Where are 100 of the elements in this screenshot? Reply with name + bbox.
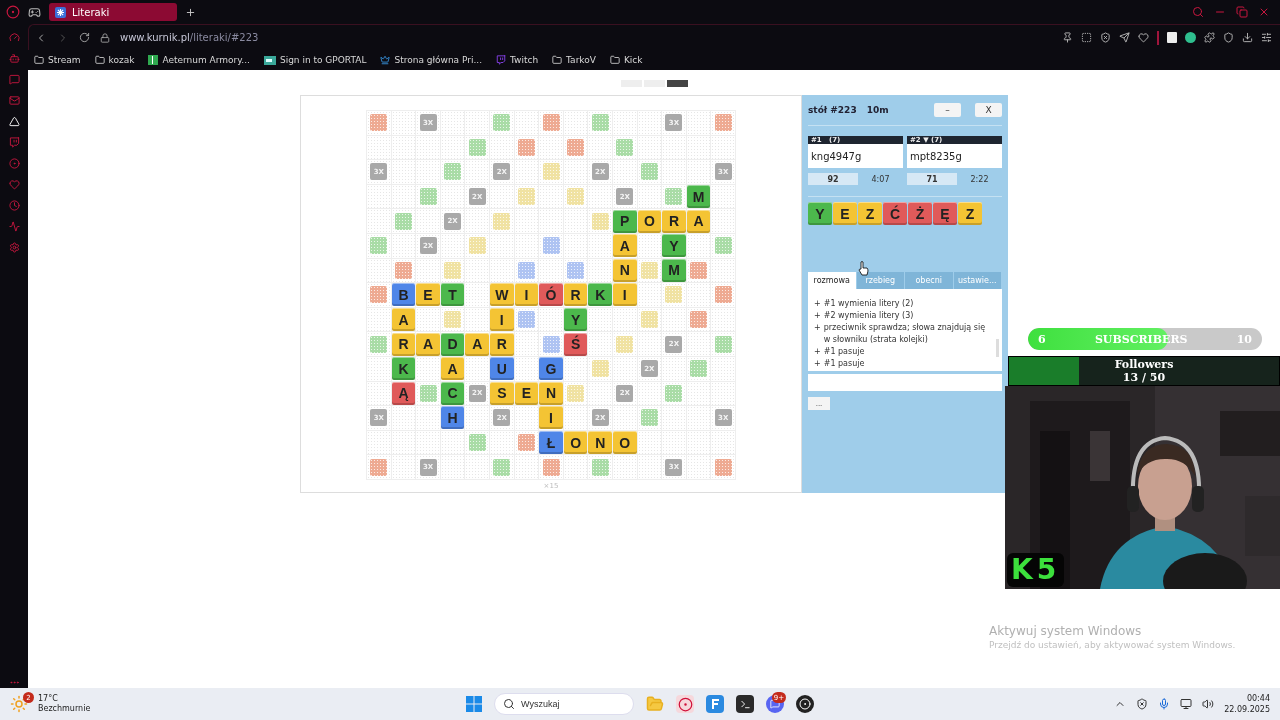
window-button[interactable]: – <box>934 103 961 117</box>
letter-tile: R <box>563 283 588 307</box>
letter-tile: N <box>588 431 612 454</box>
rack-tile[interactable]: Z <box>958 202 982 225</box>
send-icon[interactable] <box>1119 32 1130 43</box>
letter-tile: A <box>416 332 440 356</box>
shield-icon[interactable] <box>1136 698 1149 710</box>
letter-tile: S <box>490 381 514 405</box>
followers-count: 13 / 50 <box>1122 371 1166 384</box>
bookmark-label[interactable]: TarkoV <box>566 55 596 65</box>
recorder-icon[interactable] <box>796 695 814 713</box>
microphone-icon[interactable] <box>1158 698 1171 710</box>
search-icon[interactable] <box>1192 6 1204 18</box>
more-button[interactable]: ... <box>808 397 830 410</box>
player-score: 92 <box>808 173 858 185</box>
search-icon <box>503 698 515 710</box>
letter-tile: A <box>465 332 489 356</box>
folder-icon <box>94 55 105 65</box>
terminal-icon[interactable] <box>736 695 754 713</box>
gamepad-icon[interactable] <box>28 5 41 19</box>
reload-icon[interactable] <box>79 32 90 43</box>
subscriber-count: 6 <box>1038 332 1046 346</box>
network-icon[interactable] <box>1180 698 1193 710</box>
letter-tile: O <box>637 209 662 233</box>
clock[interactable]: 00:44 22.09.2025 <box>1224 693 1270 715</box>
log-bullet: + <box>814 358 821 370</box>
close-icon[interactable] <box>1258 6 1270 18</box>
app-icon[interactable] <box>706 695 724 713</box>
bookmark[interactable]: kozak <box>94 55 135 65</box>
heart-icon[interactable] <box>1138 32 1149 43</box>
browser-menu-icon[interactable] <box>6 5 20 19</box>
address-field[interactable]: www.kurnik.pl/literaki/#223 <box>120 32 259 43</box>
folder-icon <box>34 55 44 65</box>
bookmark[interactable]: Kick <box>609 55 643 65</box>
settings-icon[interactable] <box>1261 32 1272 43</box>
table-title: stół #223 <box>808 105 857 115</box>
bookmark[interactable]: Twitch <box>496 55 539 65</box>
rack-tile[interactable]: E <box>833 202 857 225</box>
log-entry: przeciwnik sprawdza; słowa znajdują się w słowniku (strata kolejki) <box>823 322 987 346</box>
bookmark-label[interactable]: Stream <box>48 55 81 65</box>
player-name: kng4947g <box>808 144 903 168</box>
letter-tile: B <box>391 283 416 307</box>
bookmark[interactable]: Stream <box>34 55 81 65</box>
bookmark-label[interactable]: Twitch <box>510 55 539 65</box>
panel-tab[interactable]: rozmowa <box>808 272 857 289</box>
download-icon[interactable] <box>1242 32 1253 43</box>
bookmark-label[interactable]: Sign in to GPORTAL <box>279 55 367 65</box>
snapshot-icon[interactable] <box>1081 32 1092 43</box>
rack-tile[interactable]: Ę <box>933 202 957 225</box>
letter-tile: A <box>686 209 711 233</box>
letter-tile: R <box>662 209 686 233</box>
letter-tile: T <box>440 283 465 307</box>
rack-tile[interactable]: Ć <box>883 202 907 225</box>
folder-icon <box>552 55 563 65</box>
log-bullet: + <box>814 310 821 322</box>
letter-tile: Ł <box>539 431 563 454</box>
cursor-icon <box>858 261 869 276</box>
bookmark[interactable]: Sign in to GPORTAL <box>263 55 367 65</box>
chat-input[interactable] <box>808 374 1002 391</box>
letter-tile: R <box>490 332 514 356</box>
rack-tile[interactable]: Ż <box>908 202 932 225</box>
letter-tile: H <box>440 406 465 430</box>
profile-icon[interactable] <box>1223 32 1234 43</box>
letter-tile: W <box>490 283 514 307</box>
letter-tile: Y <box>662 234 686 258</box>
letter-tile: A <box>391 308 416 332</box>
player-name: mpt8235g <box>907 144 1002 168</box>
date: 22.09.2025 <box>1224 704 1270 715</box>
bookmark-label[interactable]: kozak <box>108 55 135 65</box>
log-bullet: + <box>814 322 821 334</box>
scrollbar <box>996 339 999 357</box>
window-button[interactable]: X <box>975 103 1002 117</box>
search-field[interactable]: Wyszukaj <box>494 693 634 715</box>
rack-tile[interactable]: Y <box>808 202 832 225</box>
browser-tab[interactable]: Literaki <box>49 3 177 21</box>
bookmark-label[interactable]: Kick <box>623 55 643 65</box>
restore-icon[interactable] <box>1236 6 1248 18</box>
puzzle-icon[interactable] <box>1204 32 1215 43</box>
activation-text: Przejdź do ustawień, aby aktywować system Windows. <box>989 640 1236 650</box>
pin-icon[interactable] <box>1062 32 1073 43</box>
letter-tile: D <box>440 332 465 356</box>
shield-icon[interactable] <box>1100 32 1111 43</box>
letter-tile: K <box>391 357 416 381</box>
activation-title: Aktywuj system Windows <box>989 624 1143 638</box>
lock-icon <box>100 32 110 43</box>
extension-icon[interactable] <box>1185 32 1196 43</box>
folder-icon <box>609 55 620 65</box>
browser-app-icon[interactable] <box>676 695 694 713</box>
rack-tile[interactable]: Z <box>858 202 882 225</box>
bookmark[interactable]: TarkoV <box>552 55 596 65</box>
letter-tile: I <box>514 283 539 307</box>
time-control: 10m <box>866 105 889 115</box>
volume-icon[interactable] <box>1202 698 1215 710</box>
player-clock: 4:07 <box>870 173 891 185</box>
time: 00:44 <box>1246 693 1270 704</box>
log-bullet: + <box>814 346 821 358</box>
letter-tile: I <box>613 283 637 307</box>
letter-tile: M <box>686 185 711 209</box>
letter-tile: O <box>563 431 588 454</box>
new-tab-icon[interactable] <box>185 6 196 18</box>
